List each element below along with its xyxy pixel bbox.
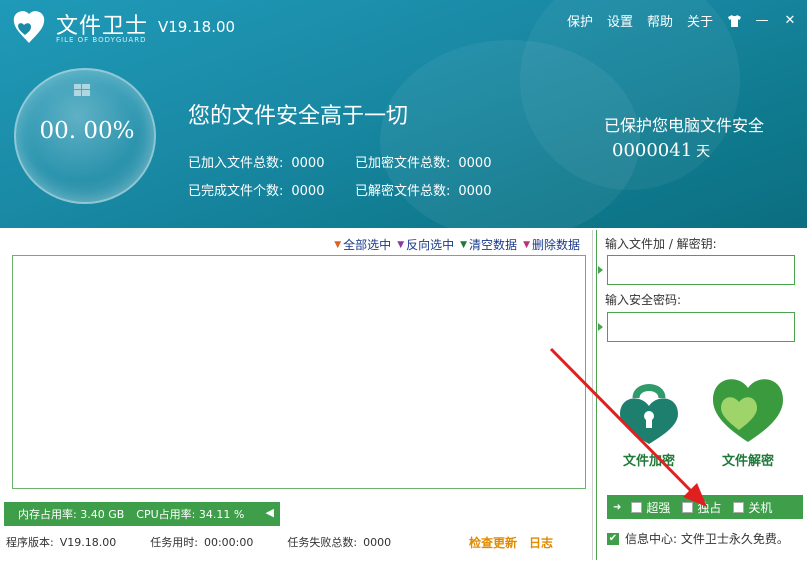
stat-added-label: 已加入文件总数: — [188, 156, 284, 171]
program-version-value: V19.18.00 — [59, 536, 117, 549]
cpu-label: CPU占用率: — [136, 508, 196, 521]
select-all-button[interactable]: ▼ 全部选中 — [334, 236, 391, 253]
progress-orb: 00. 00% — [14, 68, 156, 204]
memory-label: 内存占用率: — [18, 508, 77, 521]
invert-label: 反向选中 — [406, 238, 455, 252]
memory-value: 3.40 GB — [80, 508, 125, 521]
stat-added: 已加入文件总数: 0000 — [188, 152, 324, 171]
arrow-down-icon: ▼ — [460, 239, 468, 250]
exclusive-checkbox[interactable] — [682, 501, 694, 513]
option-shutdown[interactable]: 关机 — [733, 499, 772, 516]
menu-protect[interactable]: 保护 — [567, 11, 593, 30]
shirt-icon[interactable] — [727, 14, 741, 28]
stat-encrypted-value: 0000 — [458, 156, 492, 171]
log-link[interactable]: 日志 — [529, 534, 553, 551]
invert-selection-button[interactable]: ▼ 反向选中 — [397, 236, 454, 253]
stat-encrypted: 已加密文件总数: 0000 — [355, 152, 491, 171]
task-fail: 任务失败总数: 0000 — [287, 534, 391, 550]
memory-usage: 内存占用率: 3.40 GB — [18, 506, 124, 522]
app-subtitle: FILE OF BODYGUARD — [56, 36, 147, 44]
top-menu: 保护 设置 帮助 关于 — ✕ — [567, 11, 797, 30]
app-version: V19.18.00 — [158, 18, 236, 36]
decrypt-label: 文件解密 — [721, 454, 774, 469]
stat-encrypted-label: 已加密文件总数: — [355, 156, 451, 171]
file-list[interactable] — [12, 255, 586, 489]
delete-label: 删除数据 — [531, 238, 580, 252]
status-line: 程序版本: V19.18.00 任务用时: 00:00:00 任务失败总数: 0000 — [6, 534, 425, 550]
key-label: 输入文件加 / 解密钥: — [605, 237, 717, 251]
strong-label: 超强 — [646, 500, 671, 515]
field-marker-icon — [598, 266, 603, 274]
key-input[interactable] — [607, 255, 795, 285]
clear-data-button[interactable]: ▼ 清空数据 — [460, 236, 517, 253]
protected-days-unit: 天 — [696, 144, 711, 160]
header: 文件卫士 FILE OF BODYGUARD V19.18.00 保护 设置 帮… — [0, 0, 807, 228]
stat-completed: 已完成文件个数: 0000 — [188, 180, 324, 199]
option-exclusive[interactable]: 独占 — [682, 499, 721, 516]
menu-settings[interactable]: 设置 — [607, 11, 633, 30]
arrow-down-icon: ▼ — [523, 239, 530, 250]
stat-completed-value: 0000 — [291, 184, 325, 199]
options-bar: ➜ 超强 独占 关机 — [607, 495, 803, 519]
protected-days-value: 0000041 — [612, 140, 693, 161]
stat-added-value: 0000 — [291, 156, 325, 171]
lock-heart-icon — [620, 384, 678, 444]
field-marker-icon — [598, 323, 603, 331]
task-time-label: 任务用时: — [150, 536, 198, 549]
info-text: 信息中心: 文件卫士永久免费。 — [625, 532, 789, 546]
exclusive-label: 独占 — [697, 500, 722, 515]
arrow-down-icon: ▼ — [397, 239, 405, 250]
windows-icon — [74, 84, 90, 96]
task-time-value: 00:00:00 — [203, 536, 254, 549]
password-label: 输入安全密码: — [605, 293, 682, 307]
info-center: ✔ 信息中心: 文件卫士永久免费。 — [607, 530, 789, 547]
stat-decrypted-label: 已解密文件总数: — [355, 184, 451, 199]
encrypt-label: 文件加密 — [622, 454, 675, 469]
task-time: 任务用时: 00:00:00 — [150, 534, 253, 550]
program-version-label: 程序版本: — [6, 536, 54, 549]
cpu-value: 34.11 % — [198, 508, 245, 521]
stat-decrypted-value: 0000 — [458, 184, 492, 199]
footer-links: 检查更新 日志 — [469, 534, 553, 551]
shutdown-checkbox[interactable] — [733, 501, 745, 513]
check-update-link[interactable]: 检查更新 — [469, 534, 517, 551]
task-fail-value: 0000 — [363, 536, 392, 549]
app-logo-icon — [13, 11, 45, 43]
cpu-usage: CPU占用率: 34.11 % — [136, 506, 244, 522]
task-fail-label: 任务失败总数: — [287, 536, 358, 549]
check-icon: ✔ — [607, 532, 619, 545]
decrypt-button[interactable]: 文件解密 — [707, 372, 789, 469]
clear-label: 清空数据 — [469, 238, 518, 252]
progress-text: 00. 00% — [39, 118, 135, 144]
arrow-down-icon: ▼ — [334, 239, 342, 250]
option-strong[interactable]: 超强 — [631, 499, 670, 516]
file-panel: ▼ 全部选中 ▼ 反向选中 ▼ 清空数据 ▼ 删除数据 内存占用率: 3.40 GB C… — [2, 230, 593, 560]
slogan: 您的文件安全高于一切 — [188, 104, 409, 129]
protected-days: 0000041 天 — [612, 140, 710, 161]
pin-icon[interactable]: ◀ — [266, 506, 274, 519]
select-all-label: 全部选中 — [343, 238, 392, 252]
password-input[interactable] — [607, 312, 795, 342]
close-icon[interactable]: ✕ — [783, 13, 797, 28]
main-window: 文件卫士 FILE OF BODYGUARD V19.18.00 保护 设置 帮… — [0, 0, 807, 562]
protected-label: 已保护您电脑文件安全 — [604, 116, 765, 135]
arrow-right-icon: ➜ — [613, 501, 622, 513]
stat-decrypted: 已解密文件总数: 0000 — [355, 180, 491, 199]
control-panel: 输入文件加 / 解密钥: 输入安全密码: 文件加密 文件解密 ➜ 超强 独占 关… — [596, 230, 807, 560]
resource-bar: 内存占用率: 3.40 GB CPU占用率: 34.11 % ◀ — [4, 502, 280, 526]
list-actions: ▼ 全部选中 ▼ 反向选中 ▼ 清空数据 ▼ 删除数据 — [334, 236, 580, 253]
menu-help[interactable]: 帮助 — [647, 11, 673, 30]
strong-checkbox[interactable] — [631, 501, 643, 513]
delete-data-button[interactable]: ▼ 删除数据 — [523, 236, 580, 253]
shutdown-label: 关机 — [748, 500, 773, 515]
menu-about[interactable]: 关于 — [687, 11, 713, 30]
program-version: 程序版本: V19.18.00 — [6, 534, 116, 550]
minimize-icon[interactable]: — — [755, 13, 769, 28]
heart-icon — [713, 379, 783, 442]
stat-completed-label: 已完成文件个数: — [188, 184, 284, 199]
encrypt-button[interactable]: 文件加密 — [609, 372, 689, 469]
